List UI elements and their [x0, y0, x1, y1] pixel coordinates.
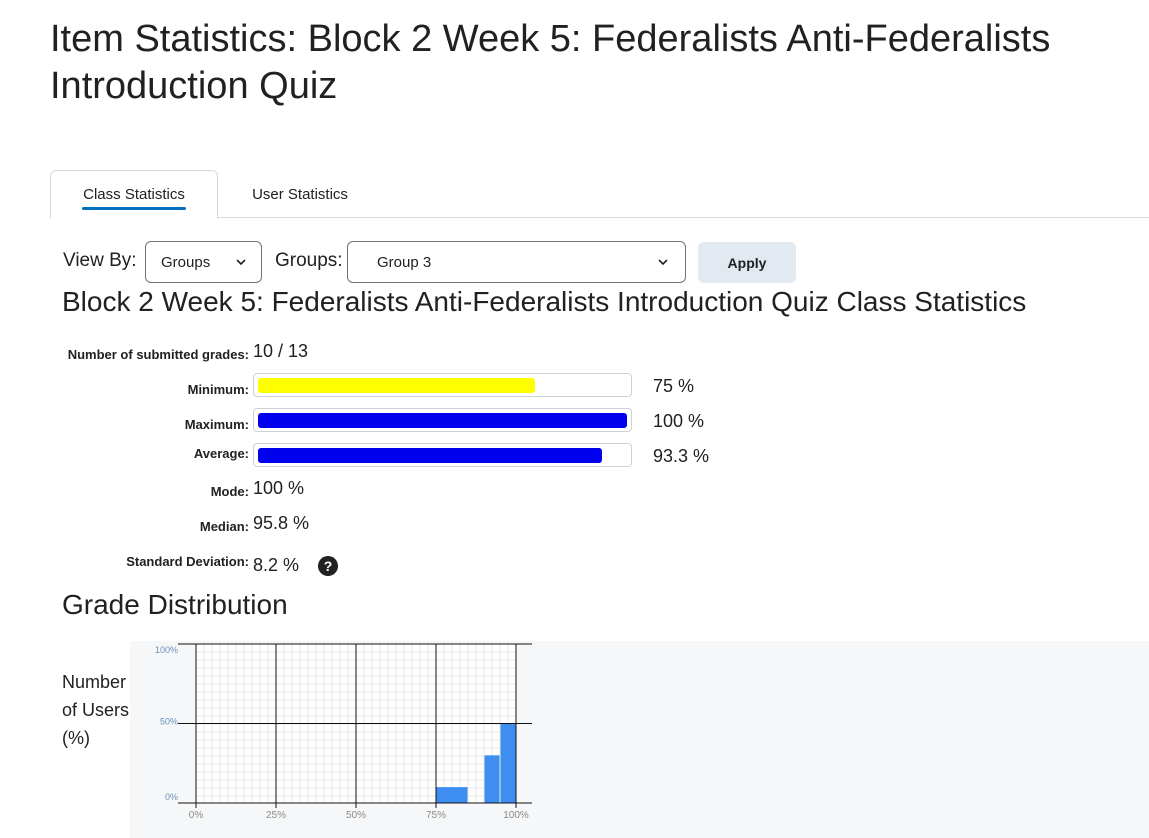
filter-row: View By: Groups Groups: Group 3 Apply [63, 241, 823, 283]
class-statistics-title: Block 2 Week 5: Federalists Anti-Federal… [62, 286, 1027, 317]
grade-distribution-title: Grade Distribution [62, 589, 288, 620]
tab-bar: Class Statistics User Statistics [50, 170, 1149, 219]
grade-distribution-chart: 0% 25% 50% 75% 100% 0% 50% 100% [155, 643, 532, 821]
tab-class-statistics[interactable]: Class Statistics [50, 170, 218, 219]
groups-value: Group 3 [377, 253, 432, 271]
tab-user-statistics-label: User Statistics [252, 185, 348, 203]
median-label: Median: [199, 519, 249, 534]
y-tick-label: 100% [155, 645, 178, 655]
minimum-bar-track [253, 373, 632, 397]
tab-class-statistics-label: Class Statistics [83, 186, 185, 203]
view-by-select[interactable]: Groups [145, 241, 262, 283]
histogram-bar [436, 787, 468, 803]
maximum-bar-fill [258, 413, 627, 428]
submitted-grades-label: Number of submitted grades: [67, 347, 249, 362]
standard-deviation-label: Standard Deviation: [126, 554, 249, 569]
minimum-bar-fill [258, 378, 535, 393]
x-tick-label: 50% [346, 810, 366, 821]
x-tick-label: 75% [426, 810, 446, 821]
average-label: Average: [193, 446, 249, 461]
average-bar-track [253, 443, 632, 467]
average-bar-fill [258, 448, 603, 463]
groups-label: Groups: [275, 250, 343, 271]
histogram-bar [500, 723, 516, 803]
y-tick-label: 50% [160, 717, 178, 727]
x-tick-label: 25% [266, 810, 286, 821]
standard-deviation-value: 8.2 % [253, 555, 300, 575]
maximum-label: Maximum: [184, 417, 249, 432]
view-by-value: Groups [161, 253, 211, 271]
help-icon[interactable]: ? [318, 556, 338, 576]
active-tab-indicator [82, 207, 186, 210]
x-tick-label: 100% [503, 810, 529, 821]
minimum-value: 75 % [653, 376, 695, 396]
median-value: 95.8 % [253, 513, 310, 533]
chevron-down-icon [236, 259, 246, 266]
minimum-label: Minimum: [187, 382, 249, 397]
submitted-grades-value: 10 / 13 [253, 341, 309, 361]
y-tick-label: 0% [165, 792, 178, 802]
maximum-bar-track [253, 408, 632, 432]
apply-button[interactable]: Apply [698, 242, 796, 283]
maximum-value: 100 % [653, 411, 705, 431]
histogram-bar [484, 755, 500, 803]
x-tick-label: 0% [189, 810, 204, 821]
page-title: Item Statistics: Block 2 Week 5: Federal… [50, 18, 1051, 107]
view-by-label: View By: [63, 250, 137, 271]
mode-value: 100 % [253, 478, 305, 498]
average-value: 93.3 % [653, 446, 710, 466]
chevron-down-icon [658, 259, 668, 266]
groups-select[interactable]: Group 3 [347, 241, 686, 283]
mode-label: Mode: [210, 484, 249, 499]
tab-user-statistics[interactable]: User Statistics [220, 170, 380, 218]
y-axis-title: Number of Users (%) [62, 672, 130, 748]
